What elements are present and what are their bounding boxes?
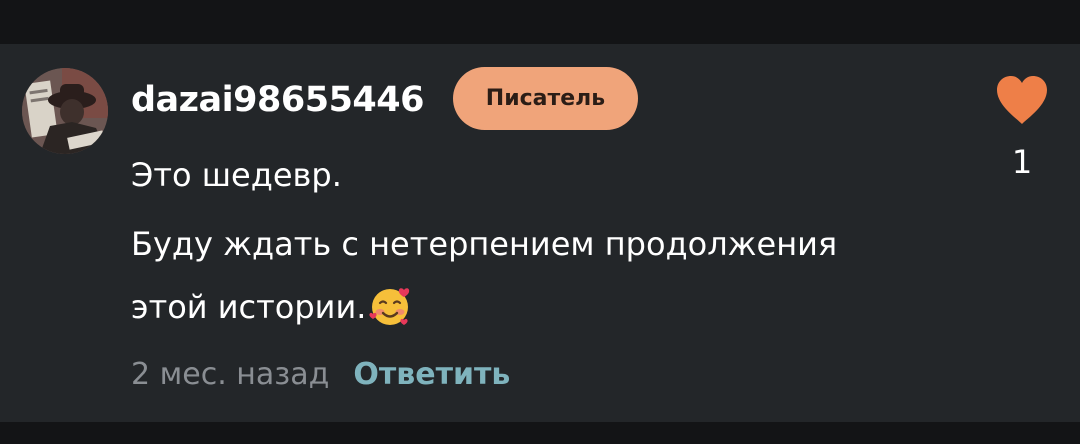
comment-meta: 2 мес. назад Ответить bbox=[131, 355, 510, 395]
avatar-image bbox=[22, 68, 108, 154]
comment-text-line: Буду ждать с нетерпением продолжения bbox=[131, 225, 838, 263]
comment-timestamp: 2 мес. назад bbox=[131, 357, 330, 392]
writer-badge: Писатель bbox=[453, 67, 638, 130]
like-button[interactable] bbox=[994, 74, 1050, 126]
reply-button[interactable]: Ответить bbox=[353, 357, 510, 392]
smiling-face-with-hearts-icon bbox=[368, 284, 412, 337]
heart-icon bbox=[997, 76, 1047, 124]
comment-card: dazai98655446 Писатель 1 Это шедевр. Буд… bbox=[0, 44, 1080, 422]
comment-text-line-end: этой истории. bbox=[131, 288, 367, 326]
username[interactable]: dazai98655446 bbox=[131, 80, 424, 120]
like-count: 1 bbox=[1011, 143, 1033, 181]
comment-text-line: Это шедевр. bbox=[131, 156, 342, 194]
comment-text-line: этой истории. bbox=[131, 284, 412, 337]
avatar[interactable] bbox=[22, 68, 108, 154]
